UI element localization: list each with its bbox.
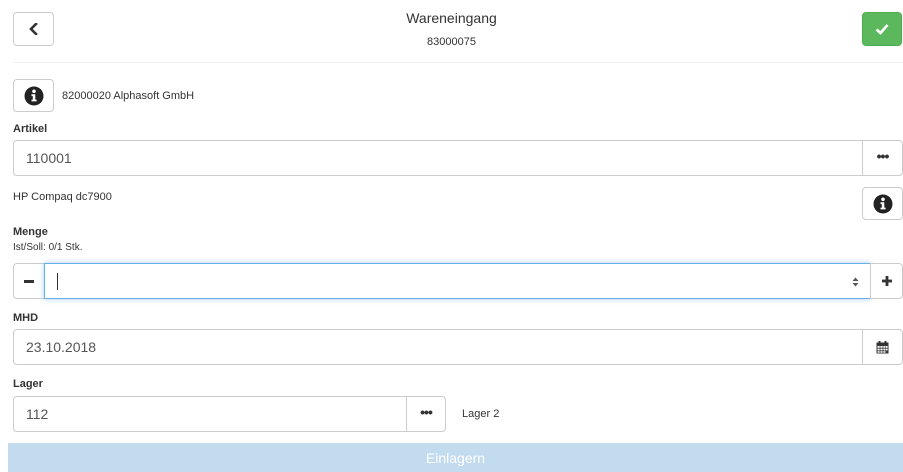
ellipsis-icon: •••	[420, 404, 433, 420]
mhd-value: 23.10.2018	[26, 339, 97, 355]
mhd-input[interactable]: 23.10.2018	[13, 329, 863, 365]
header-divider	[13, 62, 903, 63]
artikel-info-button[interactable]	[862, 187, 903, 220]
page-title: Wareneingang	[406, 10, 497, 26]
page-subtitle: 83000075	[427, 36, 476, 48]
mhd-label: MHD	[13, 312, 39, 324]
artikel-value: 110001	[26, 150, 72, 166]
lager-label: Lager	[13, 378, 43, 390]
spinner-icon[interactable]	[851, 276, 860, 288]
einlagern-button[interactable]: Einlagern	[8, 443, 903, 472]
menge-hint: Ist/Soll: 0/1 Stk.	[13, 242, 83, 253]
text-caret	[57, 273, 58, 290]
check-icon	[875, 24, 889, 35]
menge-decrement-button[interactable]	[13, 263, 45, 299]
supplier-text: 82000020 Alphasoft GmbH	[62, 90, 195, 102]
lager-input[interactable]: 112	[13, 396, 407, 432]
lager-browse-button[interactable]: •••	[406, 396, 446, 432]
lager-value: 112	[26, 406, 49, 422]
plus-icon	[881, 276, 892, 286]
minus-icon	[24, 279, 34, 283]
supplier-info-button[interactable]	[13, 79, 54, 112]
info-circle-icon	[24, 86, 43, 105]
lager-name: Lager 2	[462, 408, 500, 420]
menge-input[interactable]	[44, 263, 871, 299]
menge-label: Menge	[13, 226, 48, 238]
menge-increment-button[interactable]	[870, 263, 903, 299]
confirm-button[interactable]	[862, 12, 902, 46]
mhd-calendar-button[interactable]	[862, 329, 903, 365]
ellipsis-icon: •••	[876, 148, 890, 164]
artikel-description: HP Compaq dc7900	[13, 191, 112, 203]
calendar-icon	[876, 340, 889, 353]
artikel-input[interactable]: 110001	[13, 140, 863, 176]
info-circle-icon	[873, 194, 892, 213]
artikel-label: Artikel	[13, 123, 48, 135]
artikel-browse-button[interactable]: •••	[862, 140, 903, 176]
